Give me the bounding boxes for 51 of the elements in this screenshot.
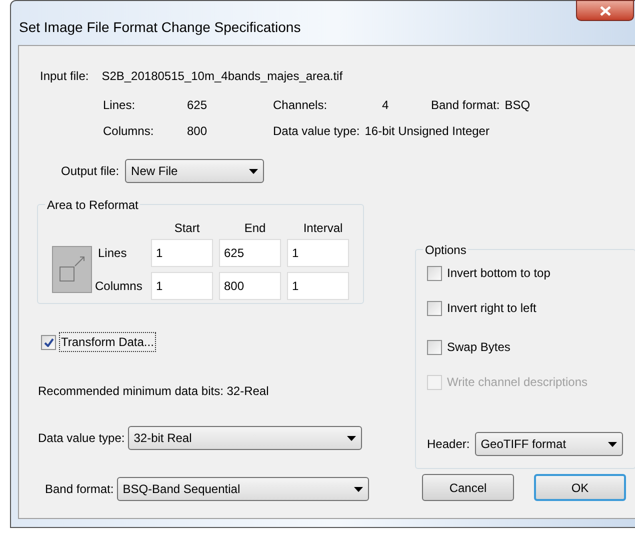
dialog-button[interactable]: Cancel — [422, 474, 514, 501]
info-value: 16-bit Unsigned Integer — [364, 123, 490, 140]
row-label: Lines — [97, 245, 128, 262]
number-field[interactable]: 1 — [151, 239, 213, 267]
field-label: Input file: — [40, 68, 89, 85]
info-label: Band format: — [431, 97, 500, 114]
checkbox-label[interactable]: Invert right to left — [447, 299, 536, 317]
area-icon — [52, 246, 92, 293]
caret-icon — [346, 436, 356, 440]
field-label: Data value type: — [38, 430, 125, 447]
dialog-button[interactable]: OK — [534, 474, 626, 501]
checkmark-icon — [44, 338, 54, 346]
dropdown[interactable]: New File — [125, 159, 264, 183]
number-field[interactable]: 1 — [287, 272, 349, 300]
info-value: 625 — [187, 97, 208, 114]
number-field[interactable]: 800 — [219, 272, 281, 300]
dropdown[interactable]: 32-bit Real — [128, 426, 362, 450]
info-label: Columns: — [103, 123, 155, 140]
recommendation-text: Recommended minimum data bits: 32-Real — [38, 383, 270, 400]
caret-icon — [354, 486, 363, 492]
info-label: Channels: — [273, 97, 328, 114]
checkbox-label[interactable]: Swap Bytes — [447, 338, 510, 356]
field-label: Output file: — [61, 163, 120, 180]
number-field[interactable]: 1 — [287, 239, 349, 267]
info-value: BSQ — [504, 97, 530, 114]
info-value: 4 — [382, 97, 389, 114]
column-header: End — [243, 220, 267, 237]
close-icon — [600, 6, 610, 16]
info-label: Lines: — [103, 97, 136, 114]
column-header: Start — [173, 220, 201, 237]
dropdown[interactable]: GeoTIFF format — [474, 432, 623, 456]
checkbox-label[interactable]: Transform Data... — [59, 332, 156, 352]
info-value: 800 — [187, 123, 208, 140]
info-label: Data value type: — [273, 123, 360, 140]
checkbox[interactable] — [427, 300, 442, 316]
caret-icon — [608, 442, 617, 446]
number-field[interactable]: 1 — [151, 272, 213, 300]
window-title: Set Image File Format Change Specifications — [19, 18, 301, 37]
file-name: S2B_20180515_10m_4bands_majes_area.tif — [102, 68, 343, 85]
number-field[interactable]: 625 — [219, 239, 281, 267]
field-label: Header: — [427, 436, 470, 453]
checkbox[interactable] — [427, 340, 442, 354]
row-label: Columns — [95, 278, 144, 295]
column-header: Interval — [302, 220, 344, 237]
field-label: Band format: — [45, 481, 114, 498]
dropdown[interactable]: BSQ-Band Sequential — [116, 477, 369, 501]
checkbox[interactable] — [41, 334, 56, 350]
close-button[interactable] — [576, 0, 634, 21]
checkbox-label[interactable]: Invert bottom to top — [447, 264, 550, 282]
caret-icon — [249, 168, 258, 174]
checkbox[interactable] — [427, 266, 442, 280]
